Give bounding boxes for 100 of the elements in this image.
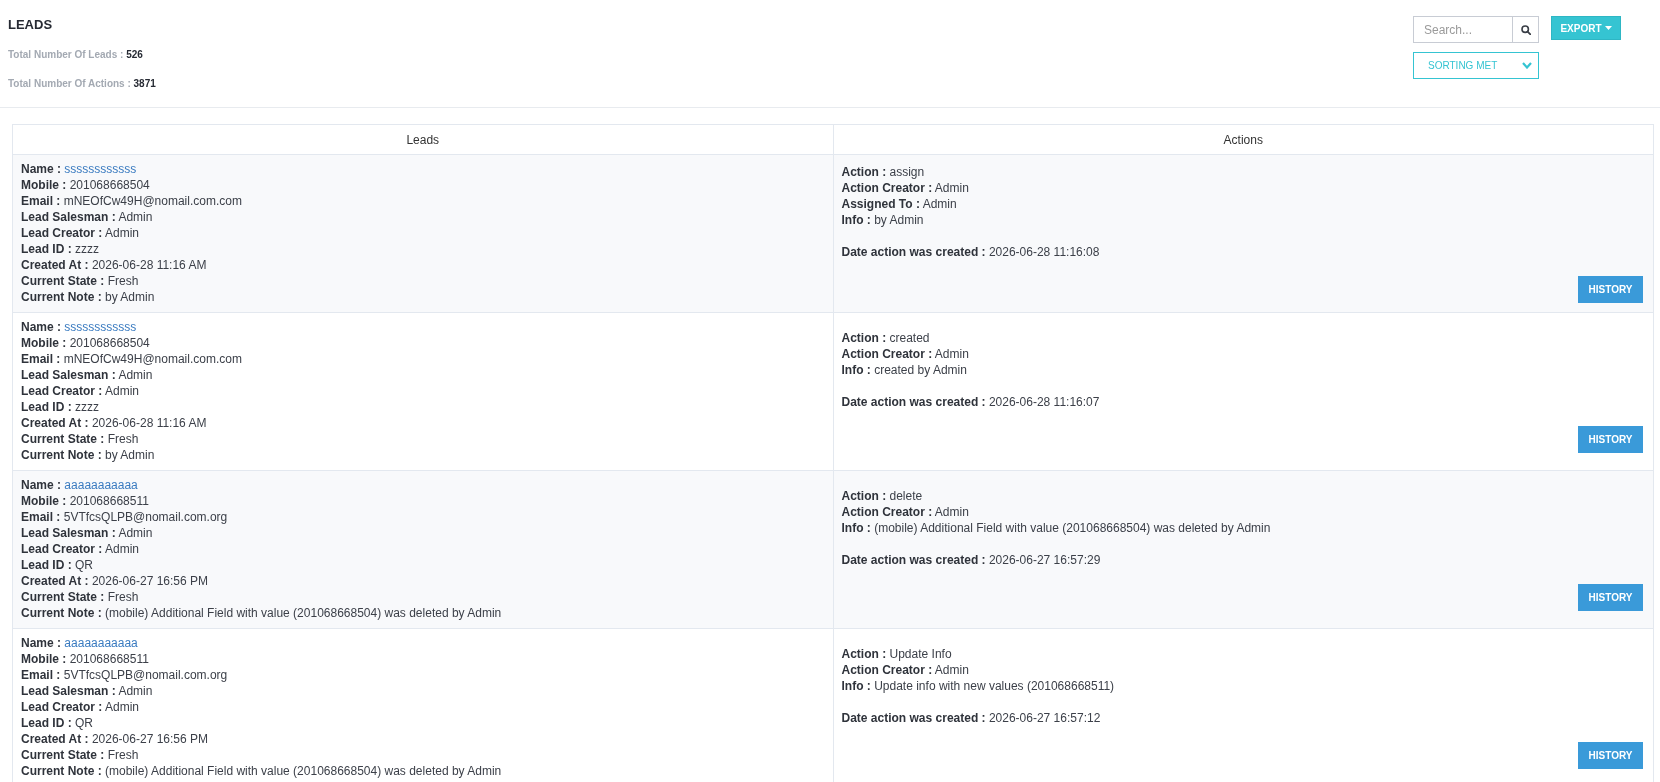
field-label: Action Creator :: [841, 504, 933, 519]
field-value: 5VTfcsQLPB@nomail.com.org: [63, 510, 228, 524]
lead-name-link[interactable]: ssssssssssss: [64, 162, 137, 176]
field-value: by Admin: [874, 212, 924, 227]
field-value: Admin: [922, 196, 957, 211]
field-label: Mobile :: [21, 494, 67, 508]
field-value: 2026-06-28 11:16 AM: [91, 416, 207, 430]
field-value: 201068668504: [69, 178, 150, 192]
field-value: Admin: [934, 346, 969, 361]
field-label: Info :: [841, 212, 871, 227]
search-button[interactable]: [1513, 16, 1539, 43]
field-label: Info :: [841, 678, 871, 693]
field-label: Action Creator :: [841, 180, 933, 195]
field-value: mNEOfCw49H@nomail.com.com: [63, 352, 242, 366]
field-value: Fresh: [107, 748, 139, 762]
history-button[interactable]: HISTORY: [1578, 741, 1643, 769]
field-label: Current State :: [21, 274, 105, 288]
field-label: Assigned To :: [841, 196, 920, 211]
field-value: QR: [75, 716, 93, 730]
field-value: created by Admin: [874, 362, 967, 377]
field-label: Lead Salesman :: [21, 684, 116, 698]
field-label: Lead Creator :: [21, 226, 103, 240]
date-label: Date action was created :: [841, 710, 986, 725]
field-label: Name :: [21, 162, 61, 176]
field-value: Admin: [105, 542, 140, 556]
lead-name-link[interactable]: ssssssssssss: [64, 320, 137, 334]
field-value: zzzz: [75, 400, 99, 414]
history-button[interactable]: HISTORY: [1578, 275, 1643, 303]
field-label: Action Creator :: [841, 662, 933, 677]
field-value: Fresh: [107, 274, 139, 288]
field-value: (mobile) Additional Field with value (201068668504) was deleted by Admin: [874, 520, 1271, 535]
field-label: Created At :: [21, 258, 89, 272]
field-label: Lead ID :: [21, 242, 72, 256]
field-label: Lead Salesman :: [21, 526, 116, 540]
field-value: Admin: [105, 700, 140, 714]
stat-label: Total Number Of Leads :: [8, 49, 124, 60]
field-value: Admin: [118, 684, 153, 698]
field-value: Admin: [118, 526, 153, 540]
history-button[interactable]: HISTORY: [1578, 425, 1643, 453]
field-value: delete: [889, 488, 923, 503]
field-value: Update Info: [889, 646, 952, 661]
field-label: Name :: [21, 636, 61, 650]
field-label: Current Note :: [21, 290, 102, 304]
field-label: Email :: [21, 510, 61, 524]
field-value: 201068668511: [69, 494, 149, 508]
date-label: Date action was created :: [841, 244, 986, 259]
caret-down-icon: [1604, 26, 1612, 30]
field-label: Created At :: [21, 574, 89, 588]
field-label: Lead ID :: [21, 716, 72, 730]
field-value: 5VTfcsQLPB@nomail.com.org: [63, 668, 228, 682]
export-button[interactable]: EXPORT: [1551, 16, 1621, 40]
field-label: Action :: [841, 646, 887, 661]
date-value: 2026-06-27 16:57:12: [988, 710, 1101, 725]
field-label: Name :: [21, 320, 61, 334]
stat-value: 526: [126, 49, 143, 60]
column-header: Actions: [833, 124, 1654, 155]
date-value: 2026-06-28 11:16:07: [988, 394, 1100, 409]
field-value: Admin: [934, 504, 969, 519]
field-value: 201068668511: [69, 652, 149, 666]
field-value: zzzz: [75, 242, 99, 256]
history-button[interactable]: HISTORY: [1578, 583, 1643, 611]
field-label: Mobile :: [21, 336, 67, 350]
field-value: QR: [75, 558, 93, 572]
field-label: Lead Salesman :: [21, 210, 116, 224]
field-value: by Admin: [105, 290, 155, 304]
lead-name-link[interactable]: aaaaaaaaaaa: [64, 478, 138, 492]
field-label: Lead ID :: [21, 400, 72, 414]
field-value: Admin: [105, 384, 140, 398]
field-label: Action :: [841, 488, 887, 503]
field-label: Action Creator :: [841, 346, 933, 361]
date-value: 2026-06-28 11:16:08: [988, 244, 1100, 259]
field-label: Info :: [841, 520, 871, 535]
chevron-down-icon: [1522, 62, 1532, 69]
field-label: Lead Salesman :: [21, 368, 116, 382]
field-label: Current Note :: [21, 606, 102, 620]
field-label: Lead Creator :: [21, 700, 103, 714]
field-value: Admin: [118, 368, 153, 382]
field-label: Info :: [841, 362, 871, 377]
field-label: Current State :: [21, 748, 105, 762]
sort-dropdown[interactable]: SORTING MET: [1413, 52, 1539, 79]
field-value: Fresh: [107, 590, 139, 604]
field-label: Lead Creator :: [21, 384, 103, 398]
lead-name-link[interactable]: aaaaaaaaaaa: [64, 636, 138, 650]
field-value: 2026-06-27 16:56 PM: [91, 732, 208, 746]
field-label: Created At :: [21, 416, 89, 430]
field-label: Current Note :: [21, 448, 102, 462]
column-header: Leads: [12, 124, 833, 155]
stat-label: Total Number Of Actions :: [8, 78, 131, 89]
field-value: assign: [889, 164, 925, 179]
field-label: Email :: [21, 194, 61, 208]
field-value: 201068668504: [69, 336, 150, 350]
field-label: Current State :: [21, 590, 105, 604]
field-value: mNEOfCw49H@nomail.com.com: [63, 194, 242, 208]
search-field[interactable]: Search...: [1413, 16, 1513, 43]
field-value: (mobile) Additional Field with value (201068668504) was deleted by Admin: [105, 606, 502, 620]
stat-value: 3871: [133, 78, 156, 89]
field-value: by Admin: [105, 448, 155, 462]
field-label: Mobile :: [21, 178, 67, 192]
field-value: Admin: [118, 210, 153, 224]
field-label: Lead Creator :: [21, 542, 103, 556]
